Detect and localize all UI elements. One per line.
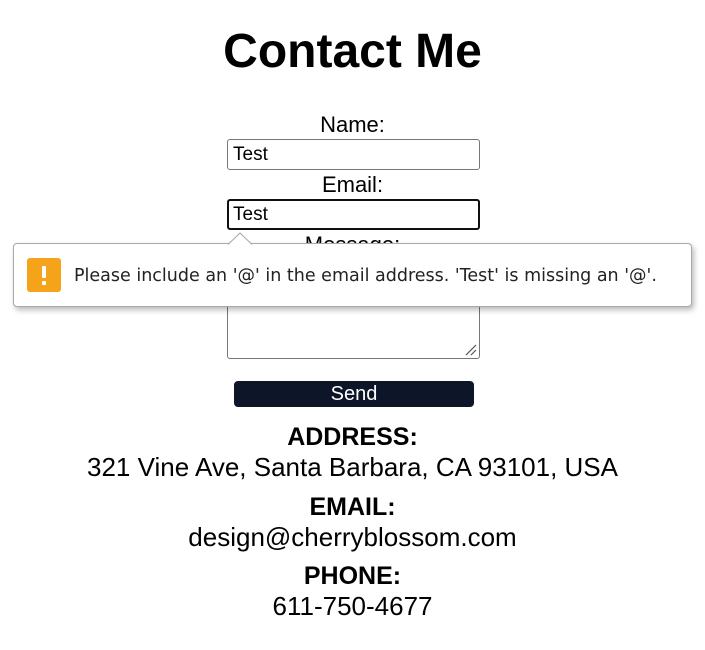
address-heading: ADDRESS: bbox=[287, 423, 418, 451]
warning-icon bbox=[27, 258, 61, 292]
popup-arrow bbox=[228, 232, 252, 245]
validation-popup: Please include an '@' in the email addre… bbox=[13, 243, 692, 307]
page-title: Contact Me bbox=[223, 25, 482, 78]
phone-value: 611-750-4677 bbox=[272, 591, 433, 621]
address-value: 321 Vine Ave, Santa Barbara, CA 93101, U… bbox=[87, 452, 618, 482]
validation-message: Please include an '@' in the email addre… bbox=[74, 266, 657, 286]
email-input[interactable] bbox=[227, 199, 480, 230]
email-heading: EMAIL: bbox=[309, 493, 396, 521]
email-value: design@cherryblossom.com bbox=[188, 522, 517, 552]
name-label: Name: bbox=[320, 112, 385, 137]
email-label: Email: bbox=[321, 172, 384, 197]
name-input[interactable] bbox=[227, 139, 480, 170]
phone-heading: PHONE: bbox=[303, 562, 402, 590]
send-button[interactable]: Send bbox=[234, 381, 474, 407]
resize-handle-icon[interactable] bbox=[464, 343, 477, 356]
